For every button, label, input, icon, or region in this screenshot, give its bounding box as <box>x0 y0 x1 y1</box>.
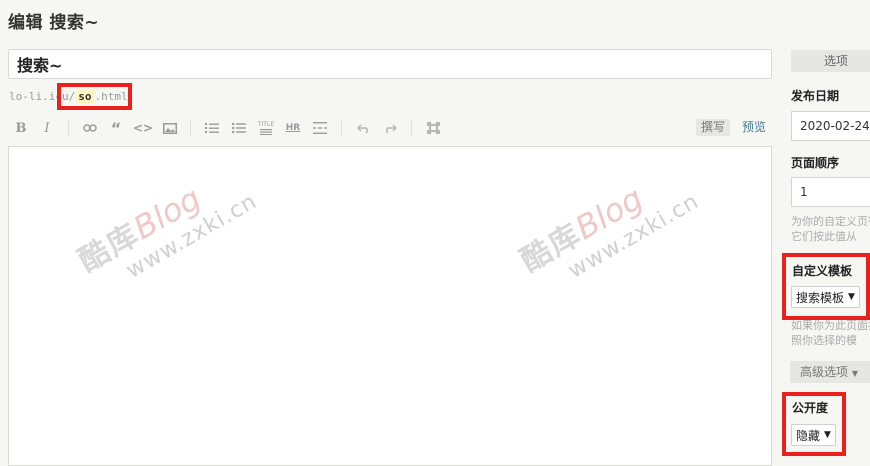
redo-icon[interactable] <box>379 116 401 140</box>
italic-button[interactable]: I <box>36 116 58 140</box>
hr-button[interactable]: HR <box>282 116 304 140</box>
content-editor[interactable]: 酷库Blog www.zxki.cn 酷库Blog www.zxki.cn <box>8 146 772 466</box>
image-icon[interactable] <box>159 116 181 140</box>
slug-highlight-box <box>57 83 132 110</box>
quote-button[interactable]: “ <box>105 116 127 140</box>
ordered-list-icon[interactable] <box>201 116 223 140</box>
caret-down-icon: ▼ <box>851 369 858 378</box>
visibility-highlight-box <box>782 392 846 456</box>
more-icon[interactable] <box>309 116 331 140</box>
title-input[interactable] <box>8 49 772 79</box>
undo-icon[interactable] <box>352 116 374 140</box>
editor-toolbar: B I “ <> TITLE HR 撰写 预览 <box>8 116 772 142</box>
page-order-label: 页面顺序 <box>791 156 840 170</box>
link-icon[interactable] <box>79 116 101 140</box>
page-order-desc: 为你的自定义页得它们按此值从 <box>791 215 870 243</box>
watermark: 酷库Blog www.zxki.cn <box>515 178 704 284</box>
watermark: 酷库Blog www.zxki.cn <box>73 178 262 284</box>
unordered-list-icon[interactable] <box>228 116 250 140</box>
custom-template-desc: 如果你为此页面按照你选择的模 <box>791 319 870 347</box>
advanced-options-button[interactable]: 高级选项 ▼ <box>790 361 870 383</box>
heading-button[interactable]: TITLE <box>255 116 277 140</box>
code-button[interactable]: <> <box>132 116 154 140</box>
tab-preview[interactable]: 预览 <box>742 119 766 136</box>
template-highlight-box <box>782 253 870 320</box>
fullscreen-icon[interactable] <box>422 116 444 140</box>
publish-date-label: 发布日期 <box>791 89 840 103</box>
publish-date-input[interactable]: 2020-02-24 0 <box>791 111 870 141</box>
page-title: 编辑 搜索~ <box>8 13 100 33</box>
page-order-input[interactable]: 1 <box>791 177 870 207</box>
bold-button[interactable]: B <box>10 116 32 140</box>
tab-options[interactable]: 选项 <box>791 50 870 72</box>
tab-write[interactable]: 撰写 <box>695 119 730 136</box>
